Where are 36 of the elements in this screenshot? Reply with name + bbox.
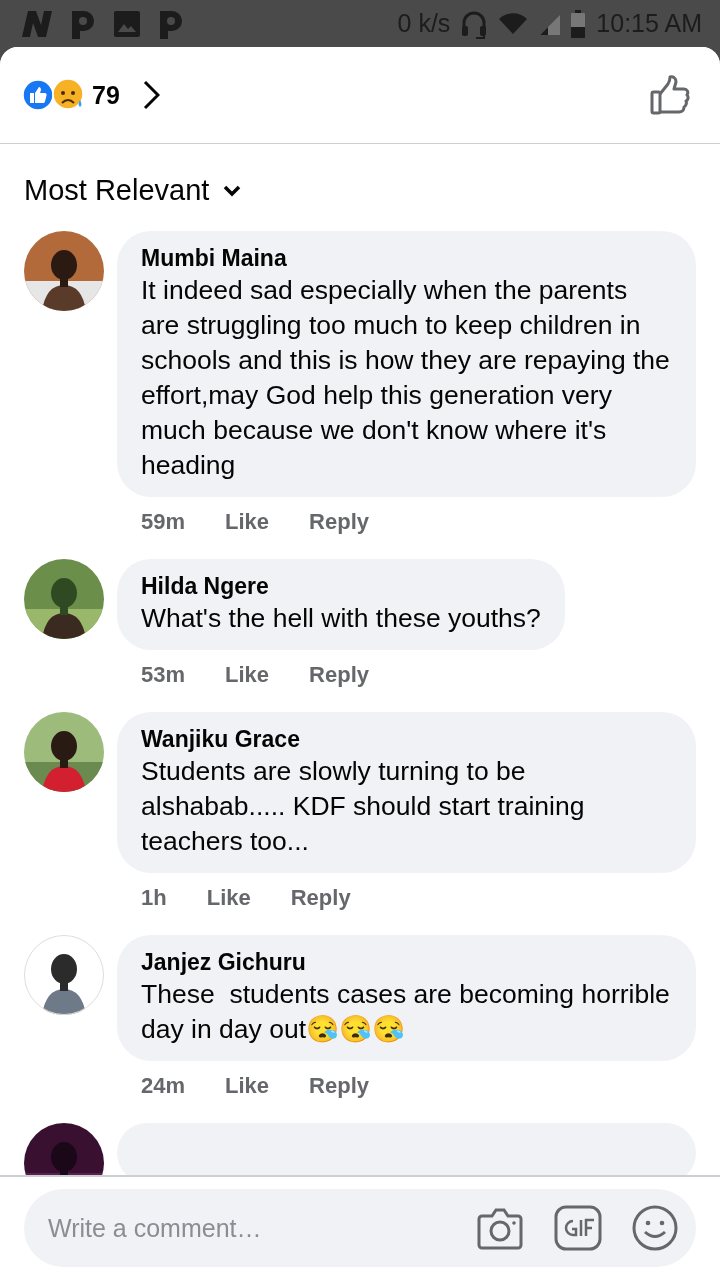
comment-field[interactable]: Write a comment… [24,1189,696,1267]
reply-link[interactable]: Reply [309,1073,369,1099]
like-icon[interactable] [650,75,692,115]
reply-link[interactable]: Reply [290,885,351,911]
caret-icon [223,184,242,197]
camera-icon[interactable] [476,1206,524,1250]
sort-dropdown[interactable]: Most Relevant [24,174,242,207]
like-link[interactable]: Like [225,662,270,688]
app-notification-icon [158,8,184,39]
reply-link[interactable]: Reply [309,509,369,535]
comment-author[interactable]: Wanjiku Grace [141,724,672,754]
reply-link[interactable]: Reply [309,662,369,688]
image-icon [114,10,140,37]
comment-time: 24m [141,1073,186,1099]
emoji-icon[interactable] [632,1205,678,1251]
comment-time: 1h [141,885,167,911]
like-link[interactable]: Like [206,885,251,911]
chevron-right-icon[interactable] [141,80,160,110]
comment-text: What's the hell with these youths? [141,603,541,633]
comment-author[interactable]: Janjez Gichuru [141,947,672,977]
comment-author[interactable]: Mumbi Maina [141,243,672,273]
comment-author[interactable]: Hilda Ngere [141,571,541,601]
reaction-count[interactable]: 79 [92,80,120,110]
comment-text: Students are slowly turning to be alshabab..... KDF should start training teachers too... [141,756,586,856]
like-link[interactable]: Like [225,1073,270,1099]
like-reaction-icon [22,79,54,111]
like-link[interactable]: Like [225,509,270,535]
battery-icon [570,9,587,38]
gif-icon[interactable] [554,1205,602,1251]
comment-text: It indeed sad especially when the parents are struggling too much to keep children in schools and this is how they are repaying the effort,may God help this generation very much because we don't know where it's heading [141,275,671,480]
comment-time: 53m [141,662,186,688]
wifi-icon [498,11,529,36]
app-notification-icon [70,8,96,39]
comment-text: These students cases are becoming horrible day in day out😪😪😪 [141,979,671,1044]
comment-time: 59m [141,509,186,535]
sad-face-icon [52,78,86,112]
